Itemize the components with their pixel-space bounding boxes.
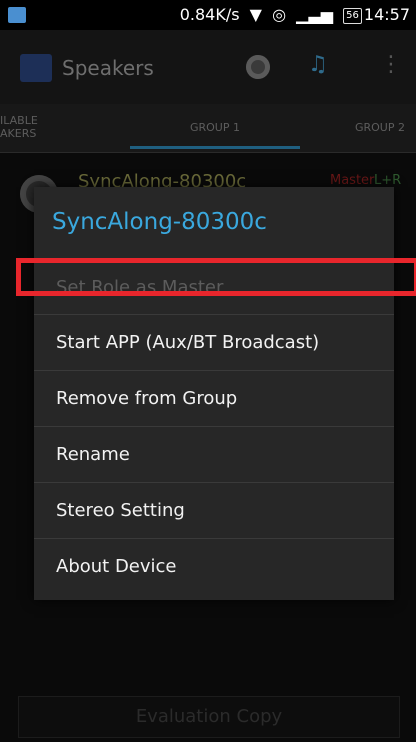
speaker-channel-label: L+R [374, 173, 402, 188]
battery-icon: 56 [343, 8, 362, 24]
menu-item-stereo-setting[interactable]: Stereo Setting [34, 483, 394, 539]
dialog-menu: Set Role as Master Start APP (Aux/BT Bro… [34, 261, 394, 595]
dialog-title: SyncAlong-80300c [52, 209, 267, 235]
speaker-role-badge: Master [330, 173, 375, 188]
page-title: Speakers [62, 56, 154, 80]
network-speed: 0.84K/s [179, 5, 240, 24]
tab-label-line2: AKERS [0, 127, 37, 140]
evaluation-copy-button[interactable]: Evaluation Copy [18, 696, 400, 738]
status-bar: 0.84K/s ▼ ◎ ▁▃▅ 56 14:57 [0, 0, 416, 30]
menu-item-remove-from-group[interactable]: Remove from Group [34, 371, 394, 427]
tab-group-2[interactable]: GROUP 2 [330, 104, 416, 152]
app-logo [20, 54, 52, 82]
signal-icon: ▁▃▅ [296, 5, 334, 24]
tab-group-1[interactable]: GROUP 1 [130, 104, 300, 152]
menu-item-about-device[interactable]: About Device [34, 539, 394, 595]
app-notification-icon [8, 7, 26, 23]
speaker-icon[interactable] [246, 55, 270, 79]
menu-item-rename[interactable]: Rename [34, 427, 394, 483]
highlight-annotation-box [16, 258, 416, 296]
clock: 14:57 [363, 5, 410, 24]
overflow-menu-icon[interactable]: ⋮ [380, 52, 402, 77]
status-indicators: 0.84K/s ▼ ◎ ▁▃▅ 56 14:57 [175, 5, 410, 24]
wifi-icon: ▼ [249, 5, 262, 24]
tab-label-line1: ILABLE [0, 114, 38, 127]
sync-icon: ◎ [272, 5, 287, 24]
music-note-icon[interactable]: ♫ [308, 52, 328, 77]
menu-item-start-app[interactable]: Start APP (Aux/BT Broadcast) [34, 315, 394, 371]
action-bar: Speakers ♫ ⋮ [0, 30, 416, 104]
device-options-dialog: SyncAlong-80300c Set Role as Master Star… [34, 187, 394, 600]
tab-bar: ILABLE AKERS GROUP 1 GROUP 2 [0, 104, 416, 153]
tab-available-speakers[interactable]: ILABLE AKERS [0, 104, 60, 152]
